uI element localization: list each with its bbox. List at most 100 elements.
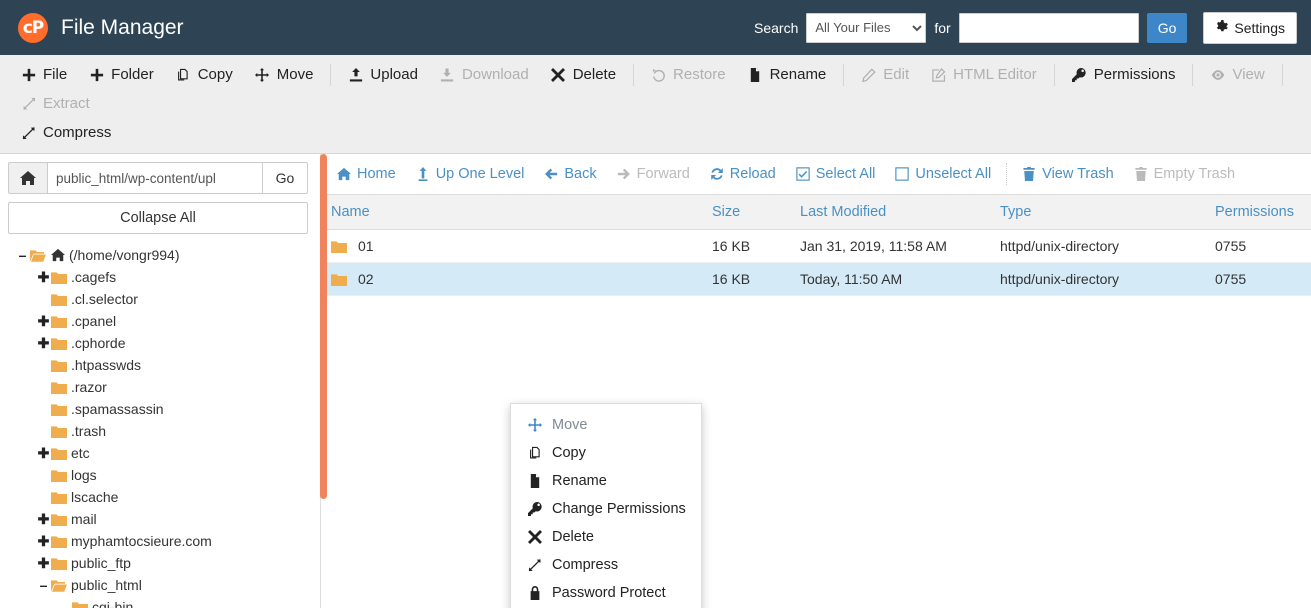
file-name-label: 01 (358, 238, 374, 254)
toolbar-button-delete[interactable]: Delete (540, 60, 627, 89)
tree-toggle-collapse-icon[interactable]: – (37, 574, 50, 596)
close-x-icon (527, 530, 542, 544)
context-menu[interactable]: Move Copy Rename Change Permissions Delete Co… (510, 403, 702, 608)
column-header-size[interactable]: Size (706, 195, 794, 230)
tree-node-logs[interactable]: logs (8, 464, 308, 486)
table-row[interactable]: 01 16 KB Jan 31, 2019, 11:58 AM httpd/unix-… (321, 229, 1311, 263)
folder-icon (331, 272, 347, 286)
tree-toggle-expand-icon[interactable]: ✚ (37, 266, 50, 288)
collapse-all-button[interactable]: Collapse All (8, 202, 308, 234)
tree-node-mail[interactable]: ✚ mail (8, 508, 308, 530)
context-menu-item-compress[interactable]: Compress (511, 551, 701, 579)
context-menu-item-label: Change Permissions (552, 501, 686, 517)
toolbar-button-folder[interactable]: Folder (78, 60, 165, 89)
tree-node--cphorde[interactable]: ✚ .cphorde (8, 332, 308, 354)
toolbar-button-move[interactable]: Move (244, 60, 325, 89)
file-icon (748, 67, 763, 82)
tree-node--razor[interactable]: .razor (8, 376, 308, 398)
column-header-type[interactable]: Type (994, 195, 1209, 230)
toolbar-button-rename[interactable]: Rename (737, 60, 838, 89)
column-header-name[interactable]: Name (321, 195, 706, 230)
nav-button-label: Up One Level (435, 166, 525, 182)
nav-button-home[interactable]: Home (327, 162, 406, 186)
context-menu-item-delete[interactable]: Delete (511, 523, 701, 551)
tree-node-cgi-bin[interactable]: cgi-bin (8, 596, 308, 608)
search-input[interactable] (958, 12, 1139, 43)
tree-node-lscache[interactable]: lscache (8, 486, 308, 508)
toolbar-button-file[interactable]: File (10, 60, 78, 89)
tree-node--cpanel[interactable]: ✚ .cpanel (8, 310, 308, 332)
nav-button-back[interactable]: Back (534, 162, 606, 186)
page-title: File Manager (61, 15, 184, 39)
folder-icon (51, 490, 67, 504)
tree-toggle-expand-icon[interactable]: ✚ (37, 530, 50, 552)
toolbar-button-compress[interactable]: Compress (10, 118, 122, 147)
tree-node--home-vongr994-[interactable]: – (/home/vongr994) (8, 244, 308, 266)
context-menu-item-password-protect[interactable]: Password Protect (511, 579, 701, 607)
toolbar-button-view: View (1199, 60, 1275, 89)
tree-node-myphamtocsieure-com[interactable]: ✚ myphamtocsieure.com (8, 530, 308, 552)
tree-node-label: .htpasswds (71, 357, 142, 373)
cell-name[interactable]: 02 (321, 262, 706, 296)
tree-node-label: public_ftp (71, 555, 131, 571)
search-scope-select[interactable]: All Your Files (806, 12, 927, 43)
search-for-label: for (934, 19, 951, 36)
tree-node--trash[interactable]: .trash (8, 420, 308, 442)
context-menu-item-copy[interactable]: Copy (511, 439, 701, 467)
tree-toggle-expand-icon[interactable]: ✚ (37, 552, 50, 574)
folder-icon (51, 270, 67, 284)
tree-node--htpasswds[interactable]: .htpasswds (8, 354, 308, 376)
context-menu-item-change-permissions[interactable]: Change Permissions (511, 495, 701, 523)
home-icon (337, 167, 351, 181)
file-table-header-row: Name Size Last Modified Type Permissions (321, 195, 1311, 230)
tree-node-public-ftp[interactable]: ✚ public_ftp (8, 552, 308, 574)
directory-tree: – (/home/vongr994) ✚ .cagefs .cl.selector ✚ .c… (8, 244, 308, 608)
toolbar-button-html-editor: HTML Editor (920, 60, 1048, 89)
path-go-button[interactable]: Go (262, 162, 308, 194)
nav-button-view-trash[interactable]: View Trash (1012, 162, 1123, 186)
context-menu-item-label: Delete (552, 529, 594, 545)
context-menu-item-label: Compress (552, 557, 619, 573)
context-menu-item-label: Move (552, 417, 588, 433)
folder-icon (51, 292, 67, 306)
nav-button-unselect-all[interactable]: Unselect All (885, 162, 1001, 186)
plus-icon (89, 68, 104, 82)
toolbar-button-label: Copy (197, 66, 233, 83)
column-header-permissions[interactable]: Permissions (1209, 195, 1311, 230)
table-row[interactable]: 02 16 KB Today, 11:50 AM httpd/unix-directo… (321, 262, 1311, 296)
toolbar-button-permissions[interactable]: Permissions (1061, 60, 1187, 89)
tree-node-label: .razor (71, 379, 107, 395)
context-menu-item-move[interactable]: Move (511, 411, 701, 439)
context-menu-item-rename[interactable]: Rename (511, 467, 701, 495)
tree-node-label: (/home/vongr994) (69, 247, 180, 263)
cell-name[interactable]: 01 (321, 229, 706, 263)
tree-node--spamassassin[interactable]: .spamassassin (8, 398, 308, 420)
path-input[interactable] (48, 162, 262, 194)
cell-last-modified: Today, 11:50 AM (794, 262, 994, 296)
toolbar-button-copy[interactable]: Copy (165, 60, 244, 89)
toolbar-button-label: Download (461, 66, 529, 83)
tree-toggle-expand-icon[interactable]: ✚ (37, 442, 50, 464)
nav-button-select-all[interactable]: Select All (786, 162, 886, 186)
tree-toggle-expand-icon[interactable]: ✚ (37, 508, 50, 530)
column-header-last-modified[interactable]: Last Modified (794, 195, 994, 230)
search-area: Search All Your Files for Go Settings (754, 11, 1297, 44)
tree-node-etc[interactable]: ✚ etc (8, 442, 308, 464)
tree-toggle-expand-icon[interactable]: ✚ (37, 332, 50, 354)
restore-icon (651, 68, 666, 82)
tree-node--cagefs[interactable]: ✚ .cagefs (8, 266, 308, 288)
toolbar-button-upload[interactable]: Upload (337, 60, 429, 89)
tree-node-public-html[interactable]: – public_html (8, 574, 308, 596)
tree-toggle-collapse-icon[interactable]: – (16, 244, 29, 266)
sidebar-resize-handle[interactable] (320, 154, 327, 499)
trash-icon (1134, 167, 1148, 181)
toolbar-separator (1053, 63, 1055, 86)
nav-button-up-one-level[interactable]: Up One Level (406, 162, 535, 186)
search-go-button[interactable]: Go (1146, 12, 1188, 43)
settings-button[interactable]: Settings (1203, 11, 1297, 44)
tree-node--cl-selector[interactable]: .cl.selector (8, 288, 308, 310)
home-icon[interactable] (8, 162, 48, 194)
nav-button-label: Unselect All (915, 166, 992, 182)
nav-button-reload[interactable]: Reload (700, 162, 786, 186)
tree-toggle-expand-icon[interactable]: ✚ (37, 310, 50, 332)
